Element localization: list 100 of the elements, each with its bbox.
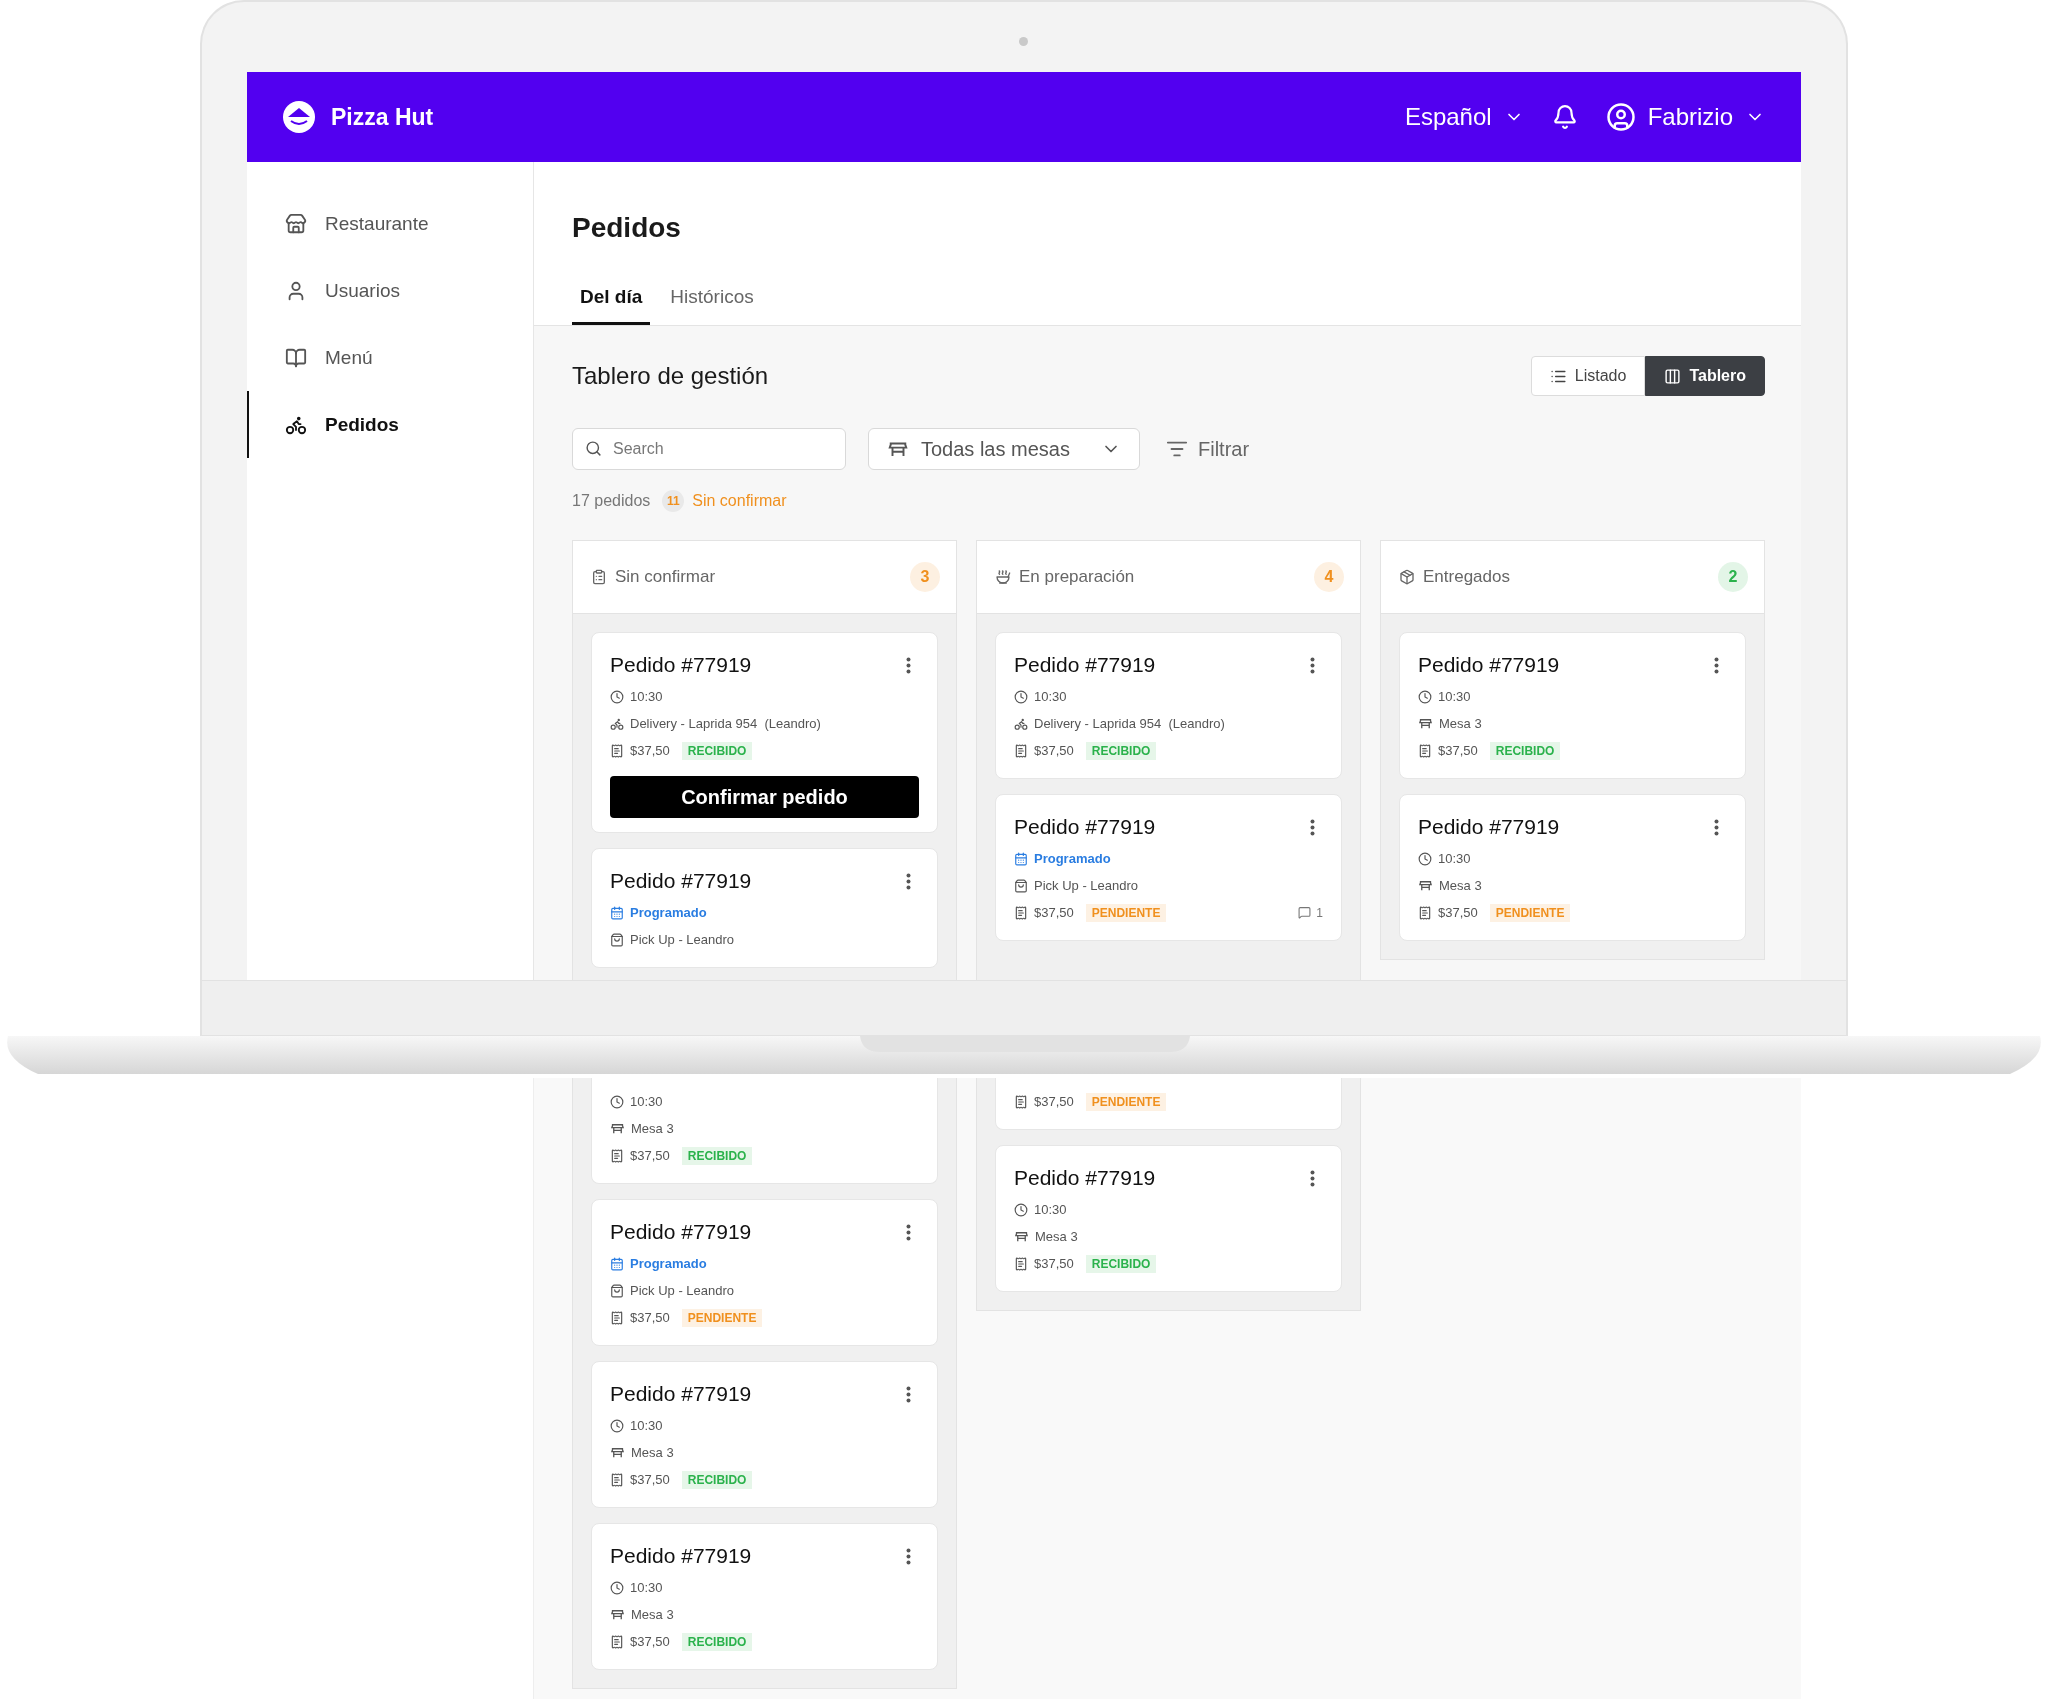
- kebab-icon: [1310, 818, 1315, 836]
- order-card[interactable]: Pedido #77919 10:30 Delivery - Laprida 954 (Leandro) $37,50 RECIBIDO: [995, 632, 1342, 779]
- package-icon: [1399, 569, 1415, 585]
- sidebar-item[interactable]: Menú: [247, 324, 533, 391]
- status-badge: RECIBIDO: [1489, 741, 1561, 760]
- user-menu[interactable]: Fabrizio: [1605, 102, 1765, 132]
- receipt-icon: [1014, 905, 1028, 920]
- bag-icon: [610, 1283, 624, 1298]
- order-card[interactable]: Pedido #77919 10:30 Mesa 3 $37,50 RECIBIDO: [591, 1523, 938, 1670]
- order-card[interactable]: Pedido #77919 10:30 Delivery - Laprida 954 (Leandro) $37,50 RECIBIDO Confirmar pedido: [591, 632, 938, 833]
- receipt-icon: [610, 1472, 624, 1487]
- count-badge: 2: [1718, 562, 1748, 592]
- order-detail: $37,50: [630, 1472, 670, 1487]
- sidebar-item[interactable]: Usuarios: [247, 257, 533, 324]
- column-title: En preparación: [1019, 567, 1135, 587]
- sidebar-item[interactable]: Restaurante: [247, 190, 533, 257]
- receipt-icon: [610, 1310, 624, 1325]
- order-detail: Mesa 3: [631, 1445, 674, 1460]
- receipt-icon: [610, 1634, 624, 1649]
- bag-icon: [1014, 878, 1028, 893]
- view-toggle[interactable]: Tablero: [1645, 356, 1765, 396]
- calendar-icon: [610, 905, 624, 920]
- scheduled-label: Programado: [630, 1256, 707, 1271]
- kebab-icon: [1310, 1169, 1315, 1187]
- receipt-icon: [610, 743, 624, 758]
- kebab-icon: [906, 872, 911, 890]
- more-button[interactable]: [906, 1547, 911, 1565]
- order-detail: $37,50: [630, 743, 670, 758]
- scheduled-label: Programado: [1034, 851, 1111, 866]
- table-icon: [1014, 1229, 1029, 1244]
- filter-button[interactable]: Filtrar: [1162, 437, 1254, 461]
- order-card[interactable]: Pedido #77919 Programado Pick Up - Leandro $37,50 PENDIENTE 1: [995, 794, 1342, 941]
- order-title: Pedido #77919: [610, 869, 752, 893]
- order-card[interactable]: Pedido #77919 10:30 Mesa 3 $37,50 PENDIENTE: [1399, 794, 1746, 941]
- receipt-icon: [610, 1148, 624, 1163]
- view-toggle[interactable]: Listado: [1530, 356, 1646, 396]
- order-detail: $37,50: [1438, 743, 1478, 758]
- table-icon: [610, 1445, 625, 1460]
- order-detail: $37,50: [1034, 905, 1074, 920]
- clock-icon: [610, 689, 624, 704]
- more-button[interactable]: [1714, 818, 1719, 836]
- order-card[interactable]: 10:30 Mesa 3 $37,50 RECIBIDO: [591, 1078, 938, 1184]
- table-icon: [1418, 716, 1433, 731]
- notifications-button[interactable]: [1551, 104, 1578, 130]
- order-card[interactable]: Pedido #77919 Programado Pick Up - Leandro $37,50 PENDIENTE: [591, 1199, 938, 1346]
- order-card[interactable]: Pedido #77919 10:30 Mesa 3 $37,50 RECIBIDO: [591, 1361, 938, 1508]
- more-button[interactable]: [1310, 818, 1315, 836]
- order-card[interactable]: $37,50 PENDIENTE: [995, 1078, 1342, 1130]
- receipt-icon: [1418, 905, 1432, 920]
- receipt-icon: [1014, 1256, 1028, 1271]
- book-icon: [285, 346, 307, 369]
- order-detail: 10:30: [630, 689, 663, 704]
- confirm-button[interactable]: Confirmar pedido: [610, 776, 919, 818]
- order-title: Pedido #77919: [610, 1220, 752, 1244]
- order-title: Pedido #77919: [1418, 653, 1560, 677]
- more-button[interactable]: [906, 656, 911, 674]
- more-button[interactable]: [1714, 656, 1719, 674]
- store-icon: [285, 212, 307, 235]
- order-detail: Pick Up - Leandro: [630, 932, 735, 947]
- order-detail: $37,50: [1034, 743, 1074, 758]
- kebab-icon: [906, 1223, 911, 1241]
- table-icon: [610, 1607, 625, 1622]
- status-badge: RECIBIDO: [681, 1146, 753, 1165]
- order-card[interactable]: Pedido #77919 10:30 Mesa 3 $37,50 RECIBIDO: [995, 1145, 1342, 1292]
- calendar-icon: [1014, 851, 1028, 866]
- order-card[interactable]: Pedido #77919 10:30 Mesa 3 $37,50 RECIBIDO: [1399, 632, 1746, 779]
- order-detail: $37,50: [1034, 1094, 1074, 1109]
- receipt-icon: [1418, 743, 1432, 758]
- table-icon: [610, 1121, 625, 1136]
- table-dropdown[interactable]: Todas las mesas: [868, 428, 1140, 470]
- order-card[interactable]: Pedido #77919 Programado Pick Up - Leandro: [591, 848, 938, 968]
- tab[interactable]: Históricos: [662, 286, 762, 325]
- search-field[interactable]: Search: [572, 428, 846, 470]
- more-button[interactable]: [906, 872, 911, 890]
- user-icon: [1605, 102, 1636, 132]
- clock-icon: [1014, 689, 1028, 704]
- status-badge: PENDIENTE: [1085, 903, 1167, 922]
- order-detail: 10:30: [630, 1418, 663, 1433]
- count-badge: 4: [1314, 562, 1344, 592]
- more-button[interactable]: [906, 1223, 911, 1241]
- more-button[interactable]: [906, 1385, 911, 1403]
- comment-count: 1: [1316, 905, 1323, 920]
- order-detail: 10:30: [1438, 689, 1471, 704]
- more-button[interactable]: [1310, 656, 1315, 674]
- status-badge: PENDIENTE: [681, 1308, 763, 1327]
- language-dropdown[interactable]: Español: [1404, 103, 1524, 131]
- order-detail: 10:30: [630, 1580, 663, 1595]
- count-badge: 11: [662, 490, 685, 512]
- order-detail: 10:30: [630, 1094, 663, 1109]
- receipt-icon: [1014, 743, 1028, 758]
- order-detail: Delivery - Laprida 954 (Leandro): [630, 716, 821, 731]
- status-badge: RECIBIDO: [681, 1470, 753, 1489]
- column-title: Entregados: [1423, 567, 1510, 587]
- order-title: Pedido #77919: [610, 653, 752, 677]
- search-icon: [585, 440, 602, 457]
- column-title: Sin confirmar: [615, 567, 716, 587]
- clock-icon: [1014, 1202, 1028, 1217]
- order-detail: 10:30: [1034, 1202, 1067, 1217]
- more-button[interactable]: [1310, 1169, 1315, 1187]
- calendar-icon: [610, 1256, 624, 1271]
